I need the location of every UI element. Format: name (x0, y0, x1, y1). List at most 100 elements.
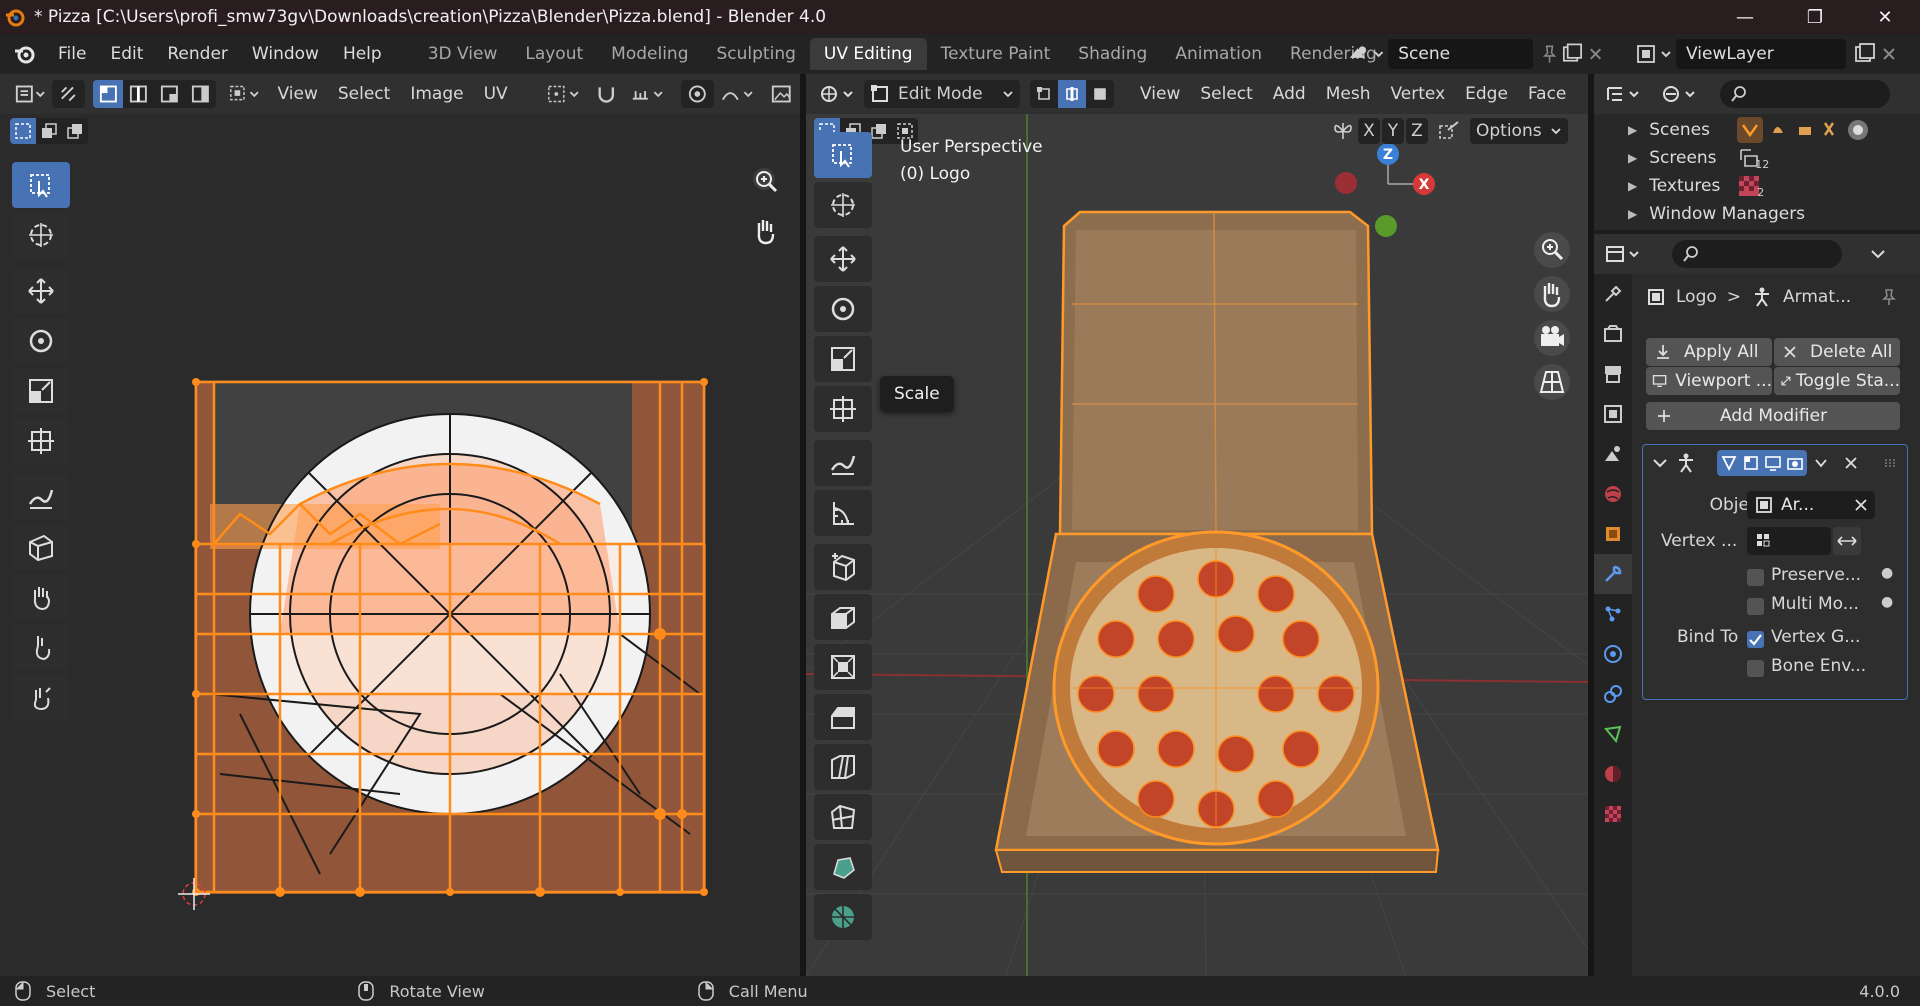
pin-icon[interactable] (1539, 43, 1560, 65)
tab-3d-view[interactable]: 3D View (414, 38, 512, 70)
editor-type-icon[interactable] (8, 80, 52, 108)
material-tab-icon[interactable] (1594, 754, 1632, 794)
scale-tool-icon[interactable] (12, 368, 70, 414)
cage-toggle-icon[interactable] (1742, 454, 1760, 472)
uv-menu-select[interactable]: Select (328, 84, 400, 104)
delete-all-button[interactable]: Delete All (1774, 338, 1900, 366)
outliner-item-screens[interactable]: ▶ Screens 12 (1594, 144, 1920, 172)
vp-scale-tool-icon[interactable] (814, 336, 872, 382)
vp-pan-hand-icon[interactable] (1532, 274, 1572, 314)
options-dropdown[interactable]: Options (1470, 118, 1568, 144)
mode-selector[interactable]: Edit Mode (864, 80, 1020, 108)
expand-arrow-icon[interactable]: ▶ (1628, 179, 1637, 193)
vp-zoom-icon[interactable] (1532, 230, 1572, 270)
snap-icon[interactable] (589, 80, 624, 108)
perspective-toggle-icon[interactable] (1532, 362, 1572, 402)
view-layer-tab-icon[interactable] (1594, 394, 1632, 434)
uv-canvas[interactable] (0, 148, 800, 976)
data-tab-icon[interactable] (1594, 714, 1632, 754)
pan-hand-icon[interactable] (746, 211, 786, 251)
mirror-z-toggle[interactable]: Z (1406, 118, 1428, 144)
outliner[interactable]: ▶ Scenes ▶ Screens 12 ▶ Textures 2 ▶ Win… (1594, 74, 1920, 230)
cursor-tool-icon[interactable] (12, 212, 70, 258)
vp-annotate-tool-icon[interactable] (814, 440, 872, 486)
vertex-groups-checkbox[interactable] (1747, 631, 1764, 648)
annotate-tool-icon[interactable] (12, 474, 70, 520)
falloff-icon[interactable] (714, 80, 764, 108)
select-box-tool-icon[interactable] (12, 162, 70, 208)
loop-cut-tool-icon[interactable] (814, 744, 872, 790)
remove-modifier-icon[interactable] (1843, 455, 1859, 471)
select-extend-icon[interactable] (36, 118, 62, 144)
edge-select-mode-icon[interactable] (123, 80, 155, 108)
poly-build-tool-icon[interactable] (814, 844, 872, 890)
edit-mode-toggle-icon[interactable] (1720, 454, 1738, 472)
particles-tab-icon[interactable] (1594, 594, 1632, 634)
blender-menu-icon[interactable] (12, 41, 38, 67)
output-tab-icon[interactable] (1594, 354, 1632, 394)
drag-handle-icon[interactable] (1883, 455, 1899, 471)
viewport-editor-type-icon[interactable] (812, 80, 864, 108)
render-tab-icon[interactable] (1594, 314, 1632, 354)
outliner-item-scenes[interactable]: ▶ Scenes (1594, 116, 1920, 144)
3d-viewport[interactable]: Z X Edit Mode View Select Add Mesh Verte… (806, 74, 1588, 976)
viewport-toggle-button[interactable]: Viewport ... (1646, 367, 1772, 395)
outliner-editor-type-icon[interactable] (1598, 80, 1650, 108)
uv-sync-toggle-icon[interactable] (51, 80, 85, 108)
maximize-button[interactable]: ❐ (1780, 0, 1850, 34)
outliner-item-textures[interactable]: ▶ Textures 2 (1594, 172, 1920, 200)
menu-help[interactable]: Help (331, 44, 394, 64)
vp-menu-select[interactable]: Select (1190, 84, 1262, 104)
add-cube-tool-icon[interactable] (814, 544, 872, 590)
vp-transform-tool-icon[interactable] (814, 386, 872, 432)
modifier-menu-chevron-icon[interactable] (1813, 455, 1829, 471)
close-window-button[interactable]: ✕ (1850, 0, 1920, 34)
bevel-tool-icon[interactable] (814, 694, 872, 740)
minimize-button[interactable]: — (1710, 0, 1780, 34)
rip-tool-icon[interactable] (12, 524, 70, 570)
vp-rotate-tool-icon[interactable] (814, 286, 872, 332)
mirror-x-toggle[interactable]: X (1358, 118, 1380, 144)
rotate-tool-icon[interactable] (12, 318, 70, 364)
vertex-select-mode-icon[interactable] (92, 80, 124, 108)
proportional-edit-icon[interactable] (681, 80, 714, 108)
gizmo-x-icon[interactable]: X (1413, 173, 1435, 195)
expand-arrow-icon[interactable]: ▶ (1628, 207, 1637, 221)
tab-sculpting[interactable]: Sculpting (703, 38, 810, 70)
tab-texture-paint[interactable]: Texture Paint (927, 38, 1065, 70)
island-select-mode-icon[interactable] (184, 80, 216, 108)
delete-view-layer-icon[interactable] (1878, 43, 1900, 65)
tab-shading[interactable]: Shading (1064, 38, 1161, 70)
view-layer-selector[interactable]: ViewLayer (1632, 39, 1920, 69)
new-scene-icon[interactable] (1560, 42, 1585, 66)
pin-icon[interactable] (1879, 287, 1899, 307)
tab-layout[interactable]: Layout (511, 38, 597, 70)
menu-file[interactable]: File (46, 44, 98, 64)
vp-menu-vertex[interactable]: Vertex (1380, 84, 1455, 104)
face-mode-icon[interactable] (1086, 80, 1114, 108)
zoom-icon[interactable] (746, 162, 786, 202)
clear-object-icon[interactable] (1847, 491, 1875, 519)
vp-menu-mesh[interactable]: Mesh (1316, 84, 1381, 104)
realtime-toggle-icon[interactable] (1764, 454, 1782, 472)
tool-tab-icon[interactable] (1594, 274, 1632, 314)
physics-tab-icon[interactable] (1594, 634, 1632, 674)
transform-tool-icon[interactable] (12, 418, 70, 464)
uv-menu-image[interactable]: Image (400, 84, 473, 104)
keyframe-dot-icon[interactable]: ● (1881, 565, 1893, 581)
vp-select-box-tool-icon[interactable] (814, 132, 872, 178)
scene-tab-icon[interactable] (1594, 434, 1632, 474)
add-modifier-button[interactable]: Add Modifier (1646, 402, 1900, 430)
sticky-selection-icon[interactable] (222, 80, 268, 108)
select-new-icon[interactable] (10, 118, 36, 144)
tab-modeling[interactable]: Modeling (597, 38, 702, 70)
display-mode-icon[interactable] (1654, 80, 1706, 108)
bone-envelopes-checkbox[interactable] (1747, 660, 1764, 677)
knife-tool-icon[interactable] (814, 794, 872, 840)
properties-editor[interactable]: Logo > Armat... Apply All Delete All Vie… (1594, 234, 1920, 976)
preserve-volume-checkbox[interactable] (1747, 569, 1764, 586)
multi-modifier-checkbox[interactable] (1747, 598, 1764, 615)
object-field[interactable]: Ar... (1747, 491, 1857, 519)
vp-menu-view[interactable]: View (1130, 84, 1190, 104)
invert-vertex-group-icon[interactable] (1833, 527, 1861, 555)
